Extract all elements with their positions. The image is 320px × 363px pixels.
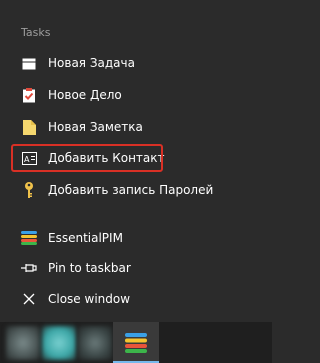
taskbar-app-icon-blurred[interactable] (78, 326, 112, 360)
app-label: EssentialPIM (48, 231, 123, 245)
calendar-icon (21, 55, 37, 71)
task-new-task[interactable]: Новая Задача (0, 48, 272, 78)
todo-clipboard-icon (21, 87, 37, 103)
essentialpim-logo-icon (21, 230, 37, 246)
taskbar (0, 322, 272, 363)
taskbar-app-icon-blurred[interactable] (6, 326, 40, 360)
pin-to-taskbar[interactable]: Pin to taskbar (0, 253, 272, 283)
section-title-tasks: Tasks (21, 26, 51, 39)
close-label: Close window (48, 292, 131, 306)
task-label: Новое Дело (48, 88, 122, 102)
key-icon (21, 182, 37, 198)
note-icon (21, 119, 37, 135)
highlight-box (11, 144, 163, 172)
close-icon (21, 291, 37, 307)
task-label: Добавить запись Паролей (48, 183, 214, 197)
taskbar-app-icon-blurred[interactable] (42, 326, 76, 360)
pin-label: Pin to taskbar (48, 261, 131, 275)
jump-list: Tasks Новая Задача Новое Дело Новая Заме… (0, 0, 272, 322)
taskbar-active-slot[interactable] (113, 322, 159, 363)
close-window[interactable]: Close window (0, 284, 272, 314)
pin-icon (21, 260, 37, 276)
task-new-note[interactable]: Новая Заметка (0, 112, 272, 142)
task-new-todo[interactable]: Новое Дело (0, 80, 272, 110)
task-label: Новая Задача (48, 56, 135, 70)
app-essentialpim[interactable]: EssentialPIM (0, 223, 272, 253)
task-label: Новая Заметка (48, 120, 143, 134)
essentialpim-logo-icon (125, 333, 147, 357)
task-add-password[interactable]: Добавить запись Паролей (0, 175, 272, 205)
